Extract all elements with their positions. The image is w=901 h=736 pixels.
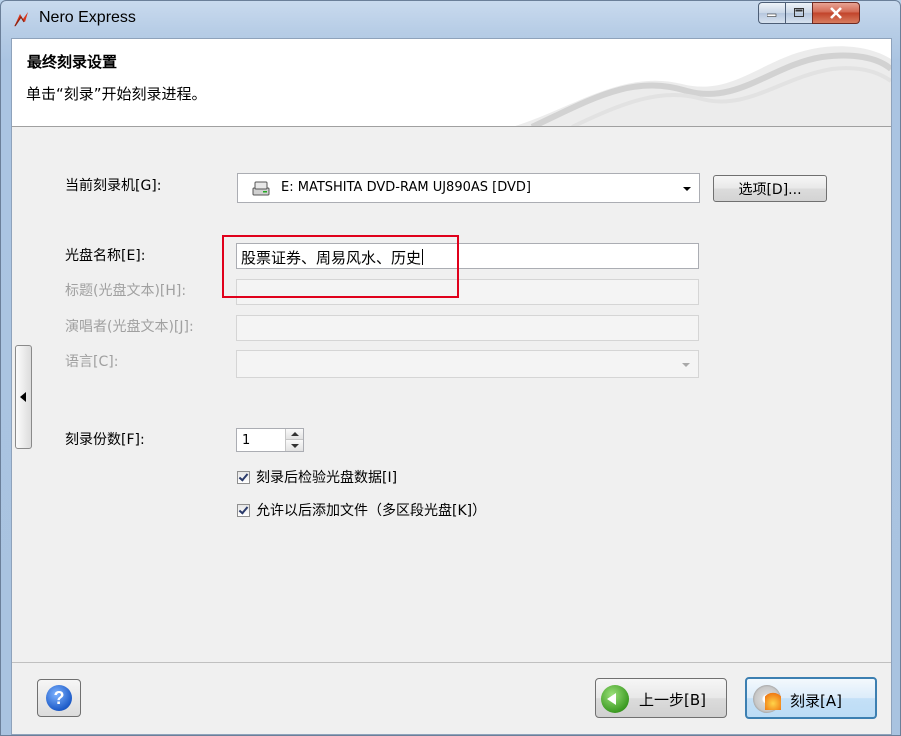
copies-stepper[interactable]: 1 xyxy=(236,428,304,452)
back-arrow-icon xyxy=(601,685,629,713)
close-button[interactable] xyxy=(812,2,860,24)
maximize-button[interactable] xyxy=(785,2,812,24)
recorder-label: 当前刻录机[G]: xyxy=(65,178,162,194)
nero-logo-icon xyxy=(14,12,28,27)
help-icon: ? xyxy=(46,685,72,711)
back-button-label: 上一步[B] xyxy=(639,691,706,709)
burn-disc-icon xyxy=(753,685,781,713)
multisession-checkbox[interactable] xyxy=(237,503,250,517)
title-bar: Nero Express xyxy=(1,1,900,37)
window-title: Nero Express xyxy=(39,9,136,26)
language-label: 语言[C]: xyxy=(65,354,119,370)
close-icon xyxy=(830,7,842,19)
highlight-box xyxy=(222,235,459,298)
stepper-buttons xyxy=(285,429,303,451)
check-icon xyxy=(238,503,249,515)
page-subtitle: 单击“刻录”开始刻录进程。 xyxy=(26,85,207,103)
client-area: 最终刻录设置 单击“刻录”开始刻录进程。 当前刻录机[G]: E: MATSHI… xyxy=(11,38,892,735)
nero-express-window: Nero Express 最终刻录设置 单击“刻录”开始刻录进程。 当前刻录机[… xyxy=(0,0,901,736)
verify-label: 刻录后检验光盘数据[I] xyxy=(256,470,398,486)
maximize-icon xyxy=(793,8,804,17)
check-icon xyxy=(238,470,249,482)
multisession-checkbox-row[interactable]: 允许以后添加文件（多区段光盘[K]） xyxy=(237,500,486,520)
copies-value: 1 xyxy=(242,433,251,448)
collapse-arrow-icon xyxy=(20,392,26,402)
side-panel-toggle[interactable] xyxy=(15,345,32,449)
artist-cdtext-label: 演唱者(光盘文本)[J]: xyxy=(65,319,194,335)
title-cdtext-label: 标题(光盘文本)[H]: xyxy=(65,283,187,299)
recorder-value: E: MATSHITA DVD-RAM UJ890AS [DVD] xyxy=(281,180,531,195)
options-button[interactable]: 选项[D]... xyxy=(713,175,827,202)
artist-cdtext-input[interactable] xyxy=(236,315,699,341)
minimize-icon xyxy=(767,13,777,17)
back-button[interactable]: 上一步[B] xyxy=(595,678,727,718)
wizard-header: 最终刻录设置 单击“刻录”开始刻录进程。 xyxy=(12,39,891,127)
verify-checkbox-row[interactable]: 刻录后检验光盘数据[I] xyxy=(237,467,397,487)
page-title: 最终刻录设置 xyxy=(27,53,118,71)
stepper-up-button[interactable] xyxy=(286,429,303,440)
burn-button[interactable]: 刻录[A] xyxy=(745,677,877,719)
copies-label: 刻录份数[F]: xyxy=(65,432,145,448)
minimize-button[interactable] xyxy=(758,2,785,24)
disc-name-label: 光盘名称[E]: xyxy=(65,248,146,264)
drive-icon xyxy=(252,181,270,196)
recorder-select[interactable]: E: MATSHITA DVD-RAM UJ890AS [DVD] xyxy=(237,173,700,203)
verify-checkbox[interactable] xyxy=(237,470,250,484)
dropdown-icon xyxy=(682,363,690,367)
language-select[interactable] xyxy=(236,350,699,378)
dropdown-icon xyxy=(683,187,691,191)
burn-button-label: 刻录[A] xyxy=(790,692,842,710)
multisession-label: 允许以后添加文件（多区段光盘[K]） xyxy=(256,503,487,519)
caption-buttons xyxy=(758,2,860,24)
footer-divider xyxy=(12,662,891,663)
stepper-down-button[interactable] xyxy=(286,440,303,451)
header-swoosh-graphic xyxy=(515,46,891,126)
help-button[interactable]: ? xyxy=(37,679,81,717)
